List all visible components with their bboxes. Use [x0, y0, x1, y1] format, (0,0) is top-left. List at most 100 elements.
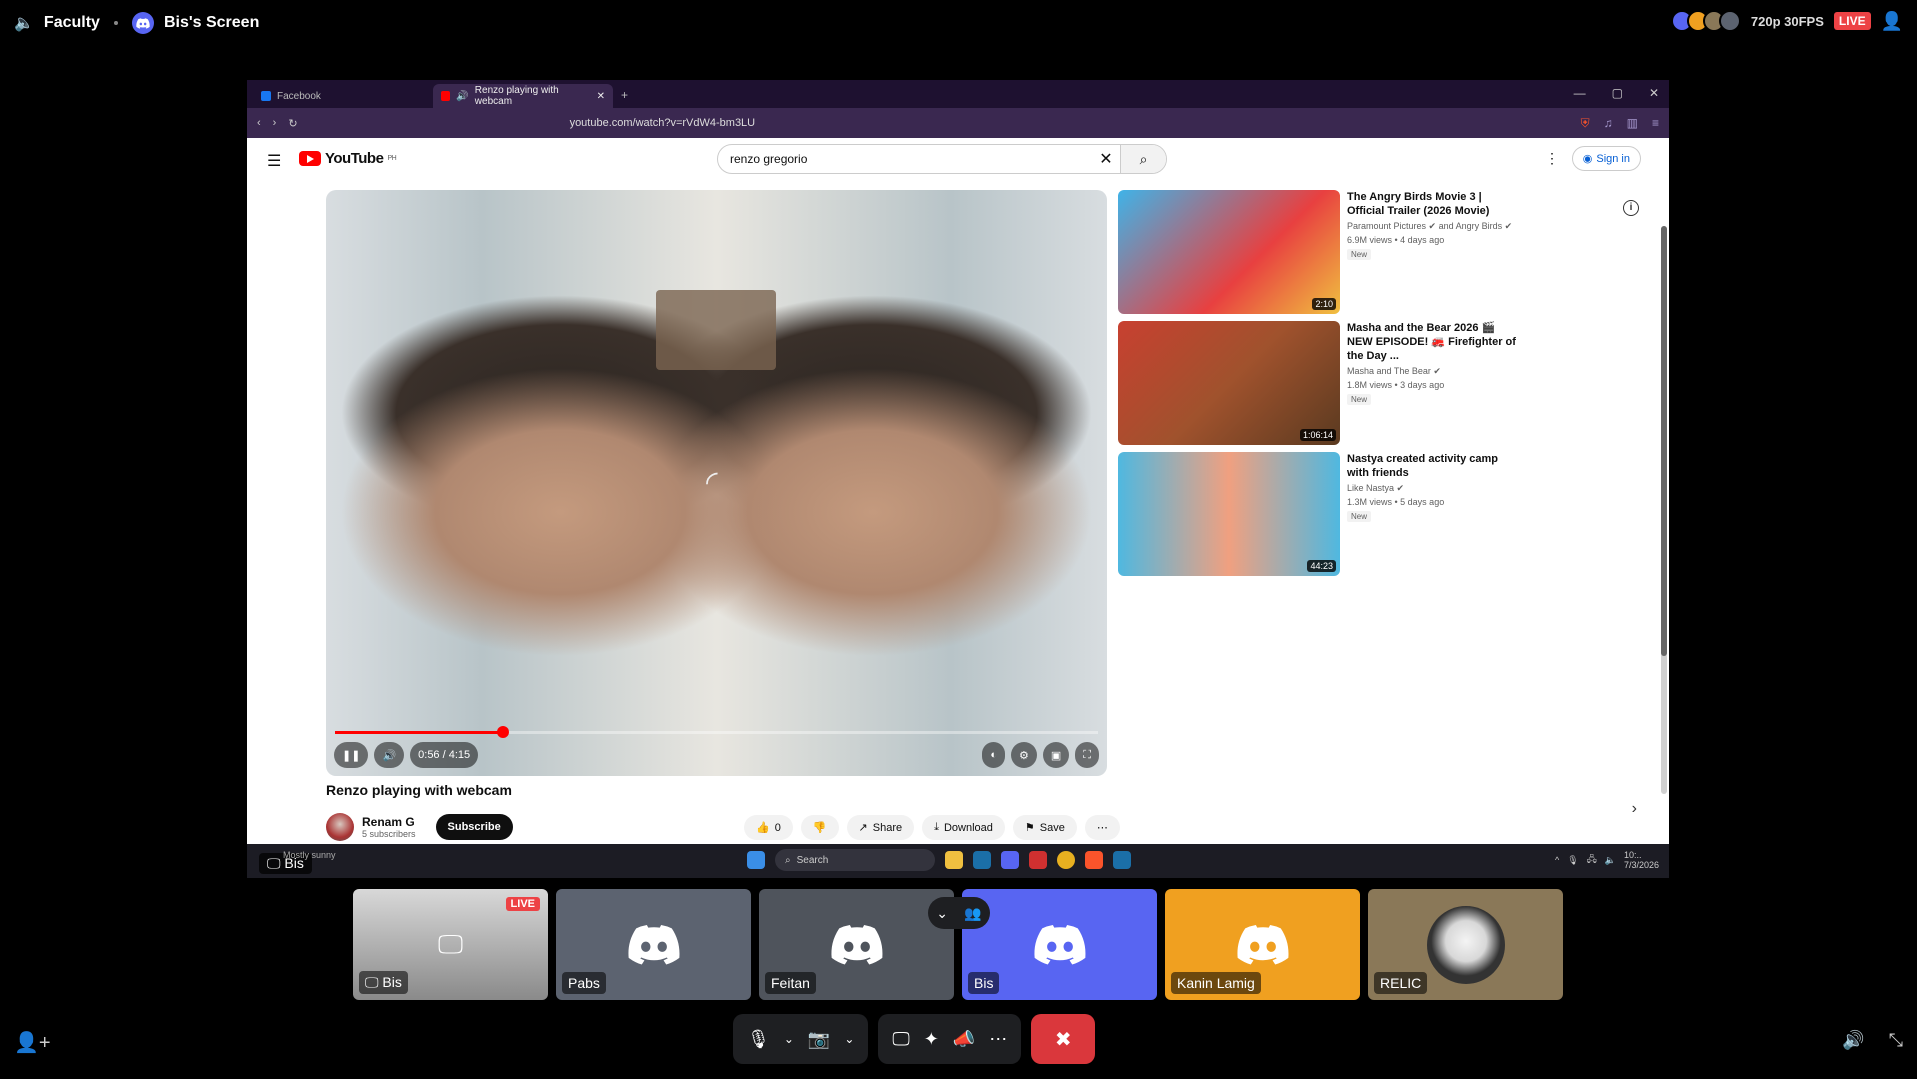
more-options-icon[interactable]: ⋮ — [1545, 150, 1559, 167]
chevron-right-icon[interactable]: › — [1632, 800, 1637, 818]
video-thumbnail[interactable]: 2:10 — [1118, 190, 1340, 314]
volume-tray-icon[interactable]: 🔈 — [1605, 855, 1616, 866]
share-screen-icon[interactable]: 🖵 — [892, 1029, 909, 1050]
more-icon[interactable]: ⋯ — [989, 1029, 1007, 1050]
steam-icon[interactable] — [973, 851, 991, 869]
video-thumbnail[interactable]: 1:06:14 — [1118, 321, 1340, 445]
new-tab-icon[interactable]: + — [621, 88, 628, 102]
soundboard-icon[interactable]: 📣 — [953, 1029, 975, 1050]
channel-avatar[interactable] — [326, 813, 354, 841]
fullscreen-icon[interactable]: ⛶ — [1075, 742, 1099, 768]
like-button[interactable]: 👍 0 — [744, 815, 793, 840]
participant-tile[interactable]: Feitan — [759, 889, 954, 1000]
camera-off-icon[interactable]: 📷 — [808, 1029, 830, 1050]
chevron-down-icon[interactable]: ⌄ — [844, 1032, 854, 1046]
window-controls: — ▢ ✕ — [1574, 86, 1659, 100]
system-tray: ^ 🎙 🖧 🔈 10:.. 7/3/2026 — [1555, 850, 1659, 870]
channel-name[interactable]: Renam G — [362, 815, 416, 829]
mic-icon[interactable]: 🎙 — [1567, 855, 1578, 866]
discord-taskbar-icon[interactable] — [1001, 851, 1019, 869]
recommendation-title[interactable]: Nastya created activity camp with friend… — [1347, 452, 1522, 480]
steam-icon[interactable] — [1113, 851, 1131, 869]
participant-tile[interactable]: Bis — [962, 889, 1157, 1000]
subscribe-button[interactable]: Subscribe — [435, 814, 513, 840]
recommendation-channel[interactable]: Paramount Pictures ✔ and Angry Birds ✔ — [1347, 221, 1522, 232]
file-explorer-icon[interactable] — [945, 851, 963, 869]
windows-start-icon[interactable] — [747, 851, 765, 869]
volume-icon[interactable]: 🔊 — [1842, 1030, 1864, 1051]
recommendation-channel[interactable]: Like Nastya ✔ — [1347, 483, 1522, 494]
microphone-icon[interactable]: 🎙 — [747, 1029, 770, 1050]
app-icon[interactable] — [1029, 851, 1047, 869]
tray-chevron-icon[interactable]: ^ — [1555, 855, 1559, 865]
progress-bar[interactable] — [335, 726, 1098, 738]
recommended-video[interactable]: 44:23 Nastya created activity camp with … — [1118, 452, 1518, 576]
viewer-avatars[interactable] — [1670, 10, 1741, 32]
participant-tile[interactable]: 🖵 LIVE 🖵 Bis — [353, 889, 548, 1000]
media-icon[interactable]: ♫ — [1604, 116, 1613, 131]
recommended-video[interactable]: 1:06:14 Masha and the Bear 2026 🎬 NEW EP… — [1118, 321, 1518, 445]
recommendation-title[interactable]: The Angry Birds Movie 3 | Official Trail… — [1347, 190, 1522, 218]
autoplay-toggle-icon[interactable]: ◐ — [982, 742, 1006, 768]
recommendation-title[interactable]: Masha and the Bear 2026 🎬 NEW EPISODE! 🚒… — [1347, 321, 1522, 363]
participant-name: RELIC — [1374, 972, 1428, 994]
page-scrollbar[interactable] — [1661, 226, 1667, 794]
reload-icon[interactable]: ↻ — [288, 117, 297, 130]
share-label: Share — [872, 821, 903, 834]
network-icon[interactable]: 🖧 — [1587, 852, 1597, 868]
minimize-icon[interactable]: — — [1574, 86, 1586, 100]
back-icon[interactable]: ‹ — [257, 117, 261, 129]
collapse-participants-button[interactable]: ⌄ 👥 — [928, 897, 990, 929]
search-button[interactable]: ⌕ — [1120, 145, 1166, 173]
invite-user-icon[interactable]: 👤+ — [14, 1030, 51, 1055]
sidebar-icon[interactable]: ▥ — [1627, 116, 1638, 131]
scrubber-knob[interactable] — [496, 726, 509, 738]
participant-tile[interactable]: Pabs — [556, 889, 751, 1000]
video-player[interactable]: ◜ ❚❚ 🔊 0:56 / 4:15 ◐ ⚙ ▣ ⛶ — [326, 190, 1107, 776]
save-button[interactable]: ⚑ Save — [1012, 815, 1077, 840]
video-thumbnail[interactable]: 44:23 — [1118, 452, 1340, 576]
search-input[interactable]: renzo gregorio — [718, 152, 1092, 166]
more-actions-icon[interactable]: ⋯ — [1084, 815, 1120, 840]
menu-icon[interactable]: ≡ — [1652, 116, 1659, 131]
tab-youtube[interactable]: 🔊 Renzo playing with webcam ✕ — [433, 84, 613, 108]
taskbar-search[interactable]: ⌕ Search — [775, 849, 935, 871]
close-window-icon[interactable]: ✕ — [1649, 86, 1659, 100]
tile-live-badge: LIVE — [505, 897, 540, 911]
volume-icon[interactable]: 🔊 — [374, 742, 405, 768]
discord-stream-header: 🔈 Faculty Bis's Screen 720p 30FPS LIVE 👤 — [0, 0, 1917, 46]
tab-facebook[interactable]: Facebook — [253, 84, 433, 108]
forward-icon[interactable]: › — [273, 117, 277, 129]
info-icon[interactable]: i — [1623, 200, 1639, 216]
user-icon[interactable]: 👤 — [1881, 11, 1903, 32]
brave-icon[interactable] — [1085, 851, 1103, 869]
chrome-icon[interactable] — [1057, 851, 1075, 869]
speaker-icon[interactable]: 🔈 — [14, 13, 34, 33]
maximize-icon[interactable]: ▢ — [1612, 86, 1623, 100]
sign-in-button[interactable]: ◉ Sign in — [1571, 146, 1641, 171]
weather-widget[interactable]: Mostly sunny — [283, 850, 336, 860]
share-button[interactable]: ↗ Share — [846, 815, 915, 840]
participant-tile[interactable]: RELIC — [1368, 889, 1563, 1000]
chevron-down-icon[interactable]: ⌄ — [784, 1032, 794, 1046]
activities-icon[interactable]: ✦ — [924, 1029, 939, 1050]
brave-shield-icon[interactable]: ⛨ — [1581, 116, 1590, 131]
close-tab-icon[interactable]: ✕ — [597, 91, 605, 102]
participant-tile[interactable]: Kanin Lamig — [1165, 889, 1360, 1000]
clear-search-icon[interactable]: ✕ — [1092, 149, 1120, 169]
download-button[interactable]: ⤓ Download — [922, 815, 1005, 840]
recommendation-channel[interactable]: Masha and The Bear ✔ — [1347, 366, 1522, 377]
youtube-logo[interactable]: YouTube PH — [299, 150, 397, 167]
miniplayer-icon[interactable]: ▣ — [1042, 742, 1070, 768]
dislike-button[interactable]: 👎 — [800, 815, 839, 840]
exit-fullscreen-icon[interactable]: ⤡ — [1889, 1030, 1903, 1051]
scrollbar-thumb[interactable] — [1661, 226, 1667, 656]
stop-streaming-button[interactable]: ✖ — [1031, 1014, 1096, 1064]
participant-name: Feitan — [765, 972, 816, 994]
hamburger-icon[interactable]: ☰ — [267, 151, 281, 171]
url-field[interactable]: youtube.com/watch?v=rVdW4-bm3LU — [570, 117, 756, 129]
pause-icon[interactable]: ❚❚ — [334, 742, 369, 768]
settings-icon[interactable]: ⚙ — [1011, 742, 1037, 768]
clock[interactable]: 10:.. 7/3/2026 — [1624, 850, 1659, 870]
recommended-video[interactable]: 2:10 The Angry Birds Movie 3 | Official … — [1118, 190, 1518, 314]
